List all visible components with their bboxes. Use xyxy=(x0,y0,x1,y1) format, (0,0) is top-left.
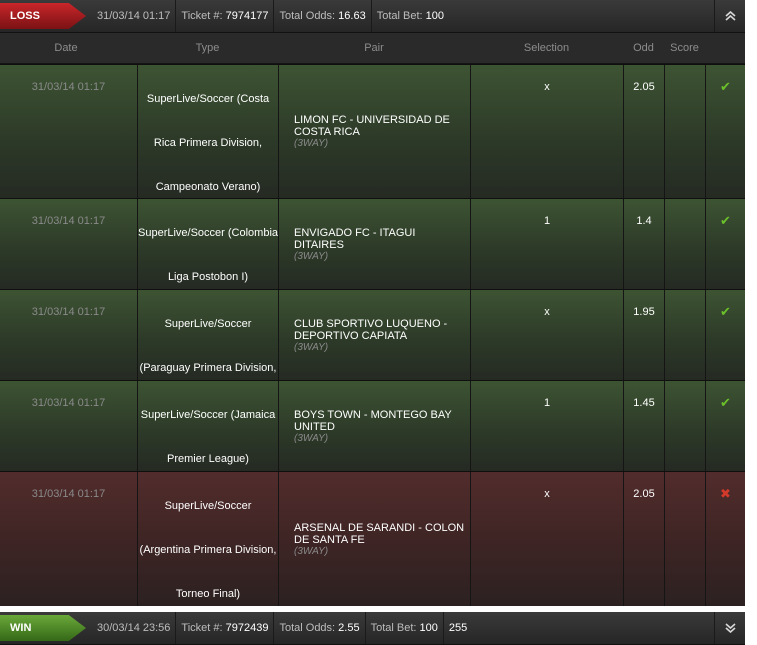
row-score xyxy=(664,381,705,471)
column-date: Date xyxy=(54,42,78,54)
row-score xyxy=(664,199,705,289)
status-badge-loss: LOSS xyxy=(0,3,86,29)
pair-teams: ARSENAL DE SARANDI - COLON DE SANTA FE xyxy=(294,521,465,546)
row-selection: x xyxy=(470,65,623,198)
row-selection: 1 xyxy=(470,381,623,471)
table-row: 31/03/14 01:17 SuperLive/Soccer (Paragua… xyxy=(0,289,745,418)
column-pair: Pair xyxy=(364,42,384,54)
check-icon: ✔ xyxy=(705,199,745,289)
ticket-header-win[interactable]: WIN 30/03/14 23:56 Ticket #: 7972439 Tot… xyxy=(0,612,745,645)
row-selection: x xyxy=(470,290,623,380)
row-pair: CLUB SPORTIVO LUQUENO - DEPORTIVO CAPIAT… xyxy=(278,290,470,380)
row-type: SuperLive/Soccer (Paraguay Primera Divis… xyxy=(137,290,278,418)
check-icon: ✔ xyxy=(705,290,745,380)
pair-market: (3WAY) xyxy=(294,250,329,262)
table-row: 31/03/14 01:17 SuperLive/Soccer (Jamaica… xyxy=(0,380,745,471)
total-odds: Total Odds: 2.55 xyxy=(273,612,364,644)
table-header: Date Type Pair Selection Odd Score xyxy=(0,33,745,64)
pair-teams: LIMON FC - UNIVERSIDAD DE COSTA RICA xyxy=(294,114,450,138)
row-odd: 2.05 xyxy=(623,472,664,606)
check-icon: ✔ xyxy=(705,381,745,471)
row-selection: x xyxy=(470,472,623,606)
pair-teams: ENVIGADO FC - ITAGUI DITAIRES xyxy=(294,226,416,251)
row-selection: 1 xyxy=(470,199,623,289)
table-row: 31/03/14 01:17 SuperLive/Soccer (Colombi… xyxy=(0,198,745,289)
total-bet: Total Bet: 100 xyxy=(370,0,449,32)
total-bet: Total Bet: 100 xyxy=(364,612,443,644)
ticket-header-loss[interactable]: LOSS 31/03/14 01:17 Ticket #: 7974177 To… xyxy=(0,0,745,33)
pair-market: (3WAY) xyxy=(294,545,329,557)
payout: 255 xyxy=(442,612,472,644)
row-date: 31/03/14 01:17 xyxy=(31,81,106,93)
row-odd: 1.4 xyxy=(623,199,664,289)
chevron-double-up-icon xyxy=(724,11,736,21)
table-row: 31/03/14 01:17 SuperLive/Soccer (Costa R… xyxy=(0,64,745,198)
row-score xyxy=(664,472,705,606)
cross-icon: ✖ xyxy=(705,472,745,606)
expand-button[interactable] xyxy=(714,612,745,644)
ticket-date: 30/03/14 23:56 xyxy=(97,622,171,634)
row-type: SuperLive/Soccer (Jamaica Premier League… xyxy=(137,381,278,471)
pair-market: (3WAY) xyxy=(294,341,329,353)
row-pair: LIMON FC - UNIVERSIDAD DE COSTA RICA (3W… xyxy=(278,65,470,198)
status-badge-win: WIN xyxy=(0,615,86,641)
row-odd: 1.45 xyxy=(623,381,664,471)
check-icon: ✔ xyxy=(705,65,745,198)
row-score xyxy=(664,65,705,198)
column-score: Score xyxy=(670,42,699,54)
row-score xyxy=(664,290,705,380)
column-selection: Selection xyxy=(523,42,570,54)
total-odds: Total Odds: 16.63 xyxy=(273,0,370,32)
column-type: Type xyxy=(195,42,220,54)
column-odd: Odd xyxy=(633,42,654,54)
row-pair: ARSENAL DE SARANDI - COLON DE SANTA FE (… xyxy=(278,472,470,606)
table-row: 31/03/14 01:17 SuperLive/Soccer (Argenti… xyxy=(0,471,745,606)
row-odd: 1.95 xyxy=(623,290,664,380)
row-type: SuperLive/Soccer (Argentina Primera Divi… xyxy=(137,472,278,606)
pair-teams: CLUB SPORTIVO LUQUENO - DEPORTIVO CAPIAT… xyxy=(294,317,448,342)
ticket-number: Ticket #: 7974177 xyxy=(175,0,273,32)
pair-teams: BOYS TOWN - MONTEGO BAY UNITED xyxy=(294,408,452,433)
pair-market: (3WAY) xyxy=(294,432,329,444)
row-date: 31/03/14 01:17 xyxy=(31,215,106,227)
row-type: SuperLive/Soccer (Colombia Liga Postobon… xyxy=(137,199,278,289)
row-pair: BOYS TOWN - MONTEGO BAY UNITED (3WAY) xyxy=(278,381,470,471)
pair-market: (3WAY) xyxy=(294,138,329,149)
row-odd: 2.05 xyxy=(623,65,664,198)
row-date: 31/03/14 01:17 xyxy=(31,397,106,409)
row-type: SuperLive/Soccer (Costa Rica Primera Div… xyxy=(137,65,278,198)
row-date: 31/03/14 01:17 xyxy=(31,488,106,500)
ticket-number: Ticket #: 7972439 xyxy=(175,612,273,644)
ticket-date: 31/03/14 01:17 xyxy=(97,10,171,22)
chevron-double-down-icon xyxy=(724,623,736,633)
row-date: 31/03/14 01:17 xyxy=(31,306,106,318)
collapse-button[interactable] xyxy=(714,0,745,32)
row-pair: ENVIGADO FC - ITAGUI DITAIRES (3WAY) xyxy=(278,199,470,289)
